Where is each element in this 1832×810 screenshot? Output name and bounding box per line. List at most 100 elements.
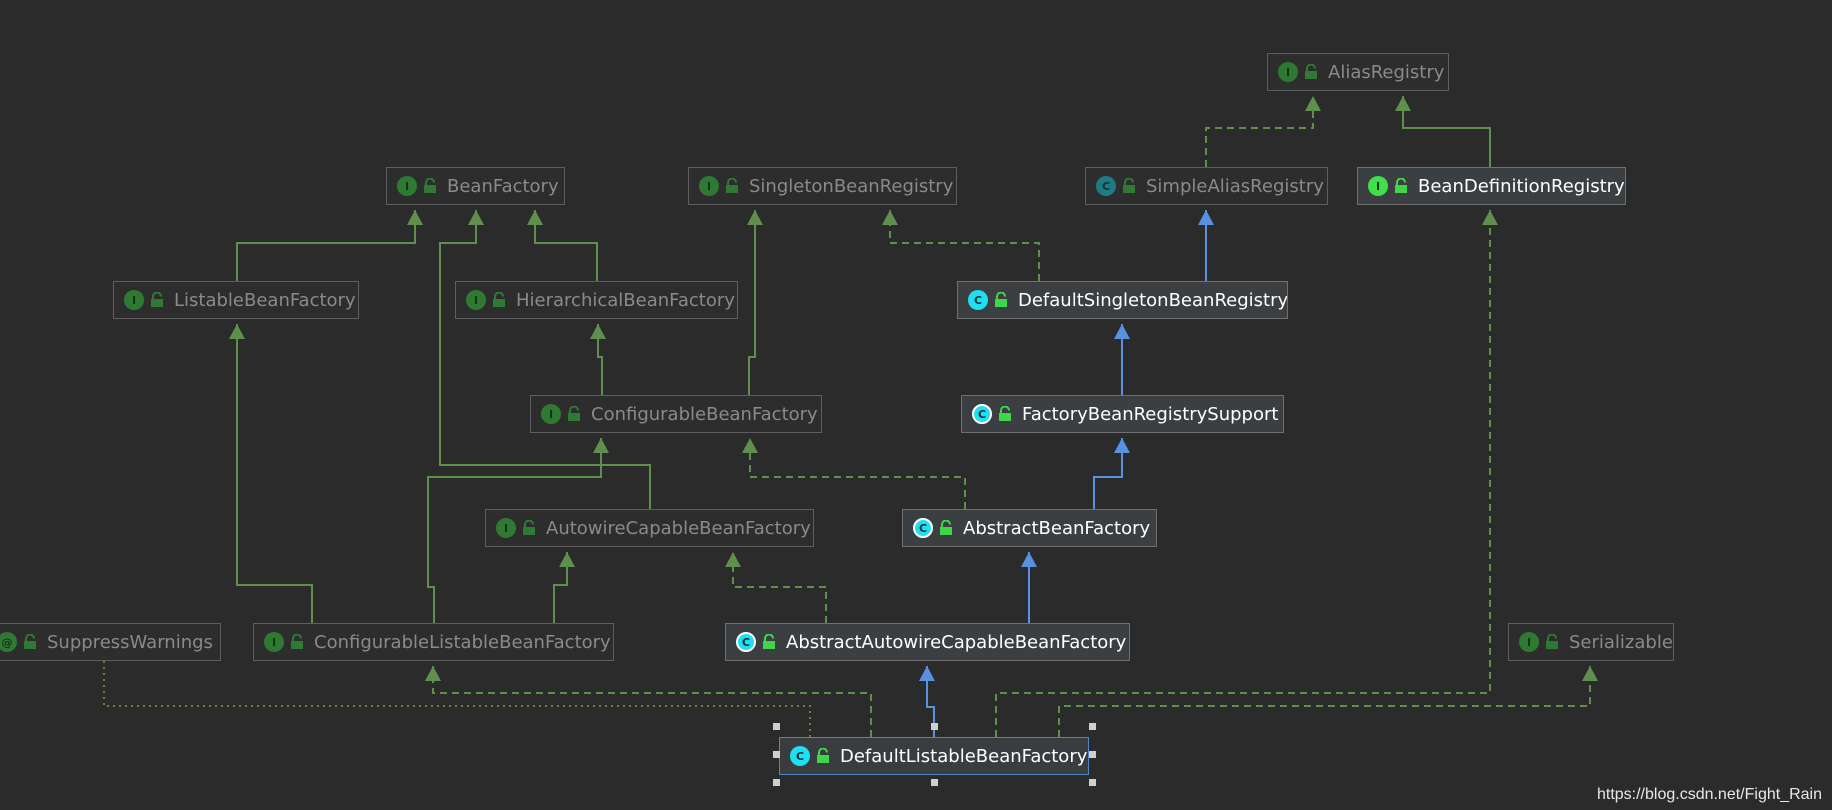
arrowhead-extends-class bbox=[1198, 210, 1214, 225]
public-lock-icon bbox=[1305, 64, 1317, 79]
public-lock-icon bbox=[1546, 634, 1558, 649]
edge-implements-default-singleton-bean-registry-to-singleton-bean-registry bbox=[889, 210, 1040, 281]
node-suppress-warnings[interactable]: @ SuppressWarnings bbox=[0, 623, 221, 661]
arrowhead-extends-class bbox=[1114, 438, 1130, 453]
interface-badge-icon: I bbox=[397, 176, 417, 196]
arrowhead-extends-interface bbox=[1395, 96, 1411, 111]
edge-implements-abstract-autowire-capable-bean-factory-to-autowire-capable-bean-factory bbox=[732, 552, 827, 623]
interface-badge-icon: I bbox=[1278, 62, 1298, 82]
node-label: SingletonBeanRegistry bbox=[749, 175, 954, 197]
selection-handle[interactable] bbox=[1089, 779, 1096, 786]
edge-annotated-by-default-listable-bean-factory-to-suppress-warnings bbox=[103, 661, 811, 737]
node-label: SuppressWarnings bbox=[47, 631, 213, 653]
node-label: DefaultListableBeanFactory bbox=[840, 745, 1088, 767]
public-lock-icon bbox=[424, 178, 436, 193]
public-lock-icon bbox=[995, 292, 1007, 307]
node-simple-alias-registry[interactable]: C SimpleAliasRegistry bbox=[1085, 167, 1328, 205]
public-lock-icon bbox=[151, 292, 163, 307]
node-label: SimpleAliasRegistry bbox=[1146, 175, 1324, 197]
node-factory-bean-registry-support[interactable]: C FactoryBeanRegistrySupport bbox=[961, 395, 1284, 433]
node-listable-bean-factory[interactable]: I ListableBeanFactory bbox=[113, 281, 359, 319]
arrowhead-extends-interface bbox=[527, 210, 543, 225]
node-autowire-capable-bean-factory[interactable]: I AutowireCapableBeanFactory bbox=[485, 509, 814, 547]
edge-extends-interface-bean-definition-registry-to-alias-registry bbox=[1402, 96, 1491, 167]
arrowhead-implements bbox=[882, 210, 898, 225]
node-label: ConfigurableListableBeanFactory bbox=[314, 631, 611, 653]
interface-badge-icon: I bbox=[496, 518, 516, 538]
interface-badge-icon: I bbox=[541, 404, 561, 424]
arrowhead-extends-interface bbox=[229, 324, 245, 339]
public-lock-icon bbox=[1123, 178, 1135, 193]
node-label: AbstractBeanFactory bbox=[963, 517, 1151, 539]
node-label: BeanFactory bbox=[447, 175, 559, 197]
arrowhead-extends-interface bbox=[468, 210, 484, 225]
public-lock-icon bbox=[1395, 178, 1407, 193]
node-alias-registry[interactable]: I AliasRegistry bbox=[1267, 53, 1449, 91]
edge-implements-default-listable-bean-factory-to-serializable bbox=[1058, 666, 1591, 737]
arrowhead-extends-class bbox=[1021, 552, 1037, 567]
public-lock-icon bbox=[291, 634, 303, 649]
public-lock-icon bbox=[24, 634, 36, 649]
node-label: FactoryBeanRegistrySupport bbox=[1022, 403, 1279, 425]
node-abstract-bean-factory[interactable]: C AbstractBeanFactory bbox=[902, 509, 1157, 547]
arrowhead-implements bbox=[1582, 666, 1598, 681]
arrowhead-implements bbox=[1482, 210, 1498, 225]
node-label: AutowireCapableBeanFactory bbox=[546, 517, 811, 539]
node-bean-factory[interactable]: I BeanFactory bbox=[386, 167, 565, 205]
arrowhead-extends-class bbox=[919, 666, 935, 681]
class-badge-icon: C bbox=[1096, 176, 1116, 196]
node-configurable-bean-factory[interactable]: I ConfigurableBeanFactory bbox=[530, 395, 822, 433]
annotation-badge-icon: @ bbox=[0, 632, 17, 652]
interface-badge-icon: I bbox=[124, 290, 144, 310]
public-lock-icon bbox=[568, 406, 580, 421]
public-lock-icon bbox=[726, 178, 738, 193]
node-abstract-autowire-capable-bean-factory[interactable]: C AbstractAutowireCapableBeanFactory bbox=[725, 623, 1130, 661]
selection-handle[interactable] bbox=[1089, 751, 1096, 758]
node-label: Serializable bbox=[1569, 631, 1673, 653]
abstract-class-badge-icon: C bbox=[736, 632, 756, 652]
node-default-singleton-bean-registry[interactable]: C DefaultSingletonBeanRegistry bbox=[957, 281, 1288, 319]
arrowhead-implements bbox=[425, 666, 441, 681]
arrowhead-extends-interface bbox=[747, 210, 763, 225]
node-configurable-listable-bean-factory[interactable]: I ConfigurableListableBeanFactory bbox=[253, 623, 614, 661]
node-serializable[interactable]: I Serializable bbox=[1508, 623, 1674, 661]
edge-extends-interface-configurable-listable-bean-factory-to-listable-bean-factory bbox=[236, 324, 313, 623]
watermark-text: https://blog.csdn.net/Fight_Rain bbox=[1596, 786, 1822, 803]
class-badge-icon: C bbox=[968, 290, 988, 310]
node-label: BeanDefinitionRegistry bbox=[1418, 175, 1625, 197]
edge-implements-simple-alias-registry-to-alias-registry bbox=[1205, 96, 1314, 167]
selection-handle[interactable] bbox=[931, 779, 938, 786]
node-label: ListableBeanFactory bbox=[174, 289, 356, 311]
node-default-listable-bean-factory[interactable]: C DefaultListableBeanFactory bbox=[779, 737, 1089, 775]
abstract-class-badge-icon: C bbox=[913, 518, 933, 538]
node-singleton-bean-registry[interactable]: I SingletonBeanRegistry bbox=[688, 167, 957, 205]
arrowhead-extends-interface bbox=[407, 210, 423, 225]
abstract-class-badge-icon: C bbox=[972, 404, 992, 424]
selection-handle[interactable] bbox=[773, 751, 780, 758]
arrowhead-extends-interface bbox=[559, 552, 575, 567]
interface-badge-icon: I bbox=[264, 632, 284, 652]
arrowhead-implements bbox=[725, 552, 741, 567]
node-label: HierarchicalBeanFactory bbox=[516, 289, 735, 311]
public-lock-icon bbox=[940, 520, 952, 535]
public-lock-icon bbox=[493, 292, 505, 307]
public-lock-icon bbox=[999, 406, 1011, 421]
selection-handle[interactable] bbox=[931, 723, 938, 730]
interface-badge-icon: I bbox=[1519, 632, 1539, 652]
interface-badge-icon: I bbox=[466, 290, 486, 310]
selection-handle[interactable] bbox=[1089, 723, 1096, 730]
edge-implements-default-listable-bean-factory-to-configurable-listable-bean-factory bbox=[432, 666, 872, 737]
uml-class-diagram bbox=[103, 96, 1598, 737]
arrowhead-implements bbox=[1305, 96, 1321, 111]
edge-extends-interface-configurable-bean-factory-to-singleton-bean-registry bbox=[748, 210, 756, 395]
arrowhead-extends-interface bbox=[593, 438, 609, 453]
class-badge-icon: C bbox=[790, 746, 810, 766]
selection-handle[interactable] bbox=[773, 779, 780, 786]
public-lock-icon bbox=[523, 520, 535, 535]
node-bean-definition-registry[interactable]: I BeanDefinitionRegistry bbox=[1357, 167, 1626, 205]
node-label: ConfigurableBeanFactory bbox=[591, 403, 818, 425]
edge-extends-interface-autowire-capable-bean-factory-to-bean-factory bbox=[439, 210, 651, 509]
edge-extends-interface-listable-bean-factory-to-bean-factory bbox=[236, 210, 416, 281]
node-hierarchical-bean-factory[interactable]: I HierarchicalBeanFactory bbox=[455, 281, 738, 319]
selection-handle[interactable] bbox=[773, 723, 780, 730]
